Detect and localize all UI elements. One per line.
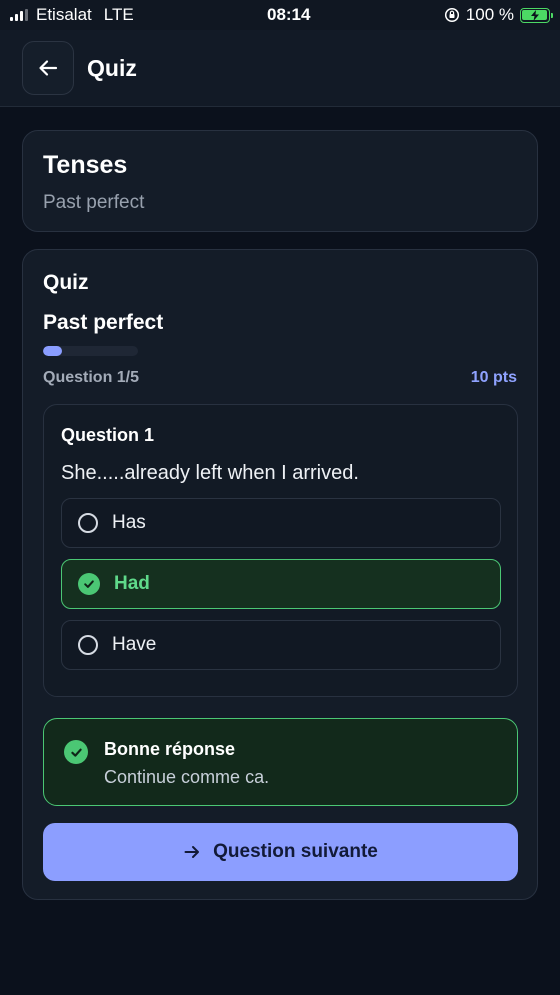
app-header: Quiz <box>0 30 560 107</box>
arrow-left-icon <box>39 60 58 76</box>
quiz-card: Quiz Past perfect Question 1/5 10 pts Qu… <box>22 249 538 900</box>
question-counter: Question 1/5 <box>43 369 140 386</box>
radio-unselected-icon <box>78 513 98 533</box>
question-box: Question 1 She.....already left when I a… <box>43 404 518 697</box>
carrier-name: Etisalat <box>36 5 92 24</box>
answer-option-label: Had <box>114 573 150 594</box>
topic-subtitle: Past perfect <box>43 192 145 213</box>
answer-option-label: Has <box>112 512 146 533</box>
answer-feedback: Bonne réponse Continue comme ca. <box>43 718 518 806</box>
next-question-label: Question suivante <box>213 841 378 862</box>
question-title: Question 1 <box>61 425 155 445</box>
battery-charging-icon <box>519 7 553 23</box>
check-circle-icon <box>78 573 100 595</box>
quiz-progress-bar <box>43 346 138 356</box>
battery-percent: 100 % <box>465 5 514 24</box>
status-bar: Etisalat LTE 08:14 100 % <box>0 0 560 30</box>
answer-option-label: Have <box>112 634 157 655</box>
answer-option-had[interactable]: Had <box>61 559 501 609</box>
answer-option-has[interactable]: Has <box>61 498 501 548</box>
feedback-title: Bonne réponse <box>104 739 236 759</box>
status-left: Etisalat LTE <box>10 5 134 25</box>
radio-unselected-icon <box>78 635 98 655</box>
signal-icon <box>10 9 28 21</box>
quiz-section-label: Quiz <box>43 271 89 294</box>
status-right: 100 % <box>444 5 553 25</box>
back-button[interactable] <box>22 41 74 95</box>
clock: 08:14 <box>266 5 311 24</box>
feedback-message: Continue comme ca. <box>104 767 270 787</box>
question-points: 10 pts <box>470 369 517 386</box>
answer-option-have[interactable]: Have <box>61 620 501 670</box>
topic-title: Tenses <box>43 151 128 179</box>
next-question-button[interactable]: Question suivante <box>43 823 518 881</box>
check-circle-icon <box>64 740 88 764</box>
quiz-name: Past perfect <box>43 311 164 334</box>
page-title: Quiz <box>87 54 137 81</box>
orientation-lock-icon <box>444 7 459 23</box>
arrow-right-icon <box>184 846 200 858</box>
question-text: She.....already left when I arrived. <box>61 462 359 484</box>
quiz-progress-fill <box>43 346 62 356</box>
network-type: LTE <box>103 5 134 24</box>
topic-card: Tenses Past perfect <box>22 130 538 232</box>
